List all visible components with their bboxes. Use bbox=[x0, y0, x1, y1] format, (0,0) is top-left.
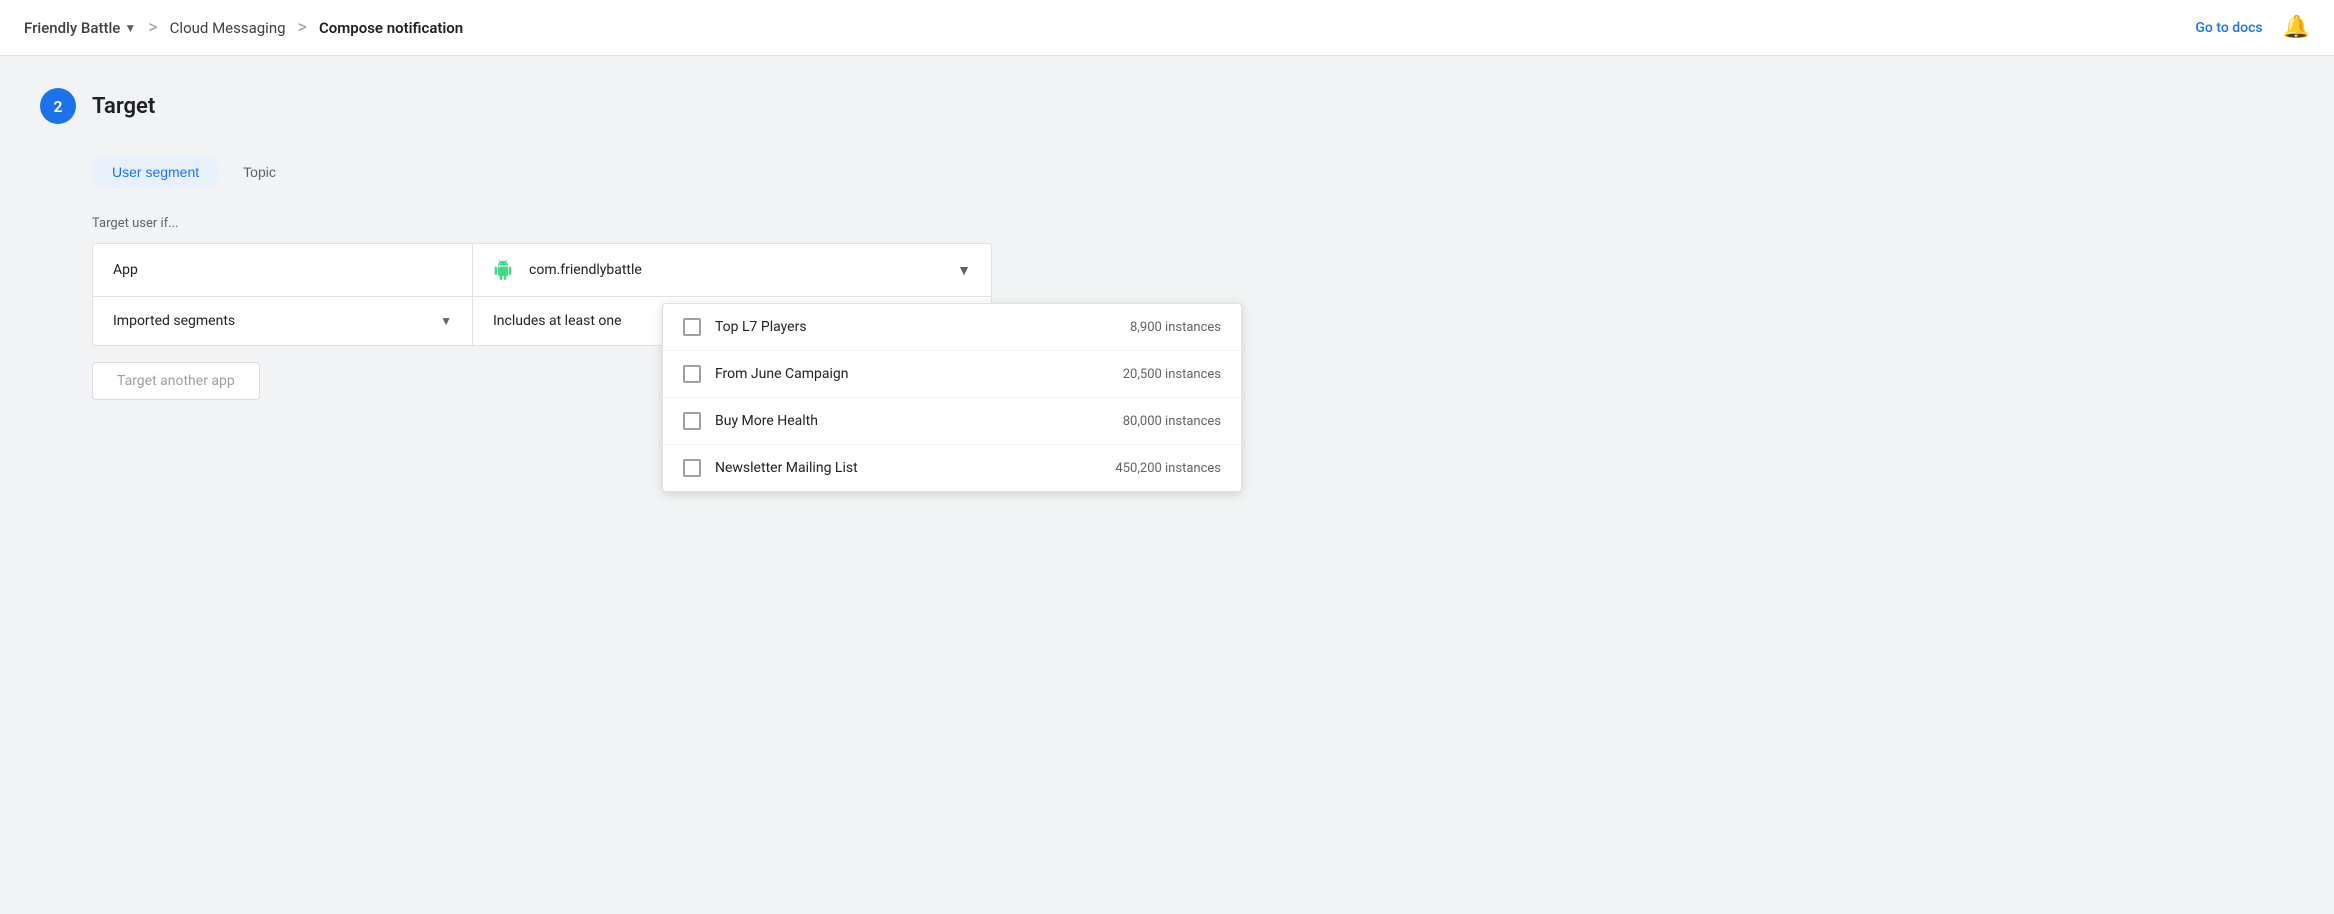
dropdown-item-count-1: 20,500 instances bbox=[1123, 367, 1221, 382]
dropdown-item-count-3: 450,200 instances bbox=[1115, 461, 1221, 476]
segments-dropdown-arrow-icon: ▼ bbox=[440, 314, 452, 328]
target-user-label: Target user if... bbox=[92, 216, 1360, 231]
dropdown-item-3[interactable]: Newsletter Mailing List 450,200 instance… bbox=[663, 445, 1241, 491]
dropdown-item-count-2: 80,000 instances bbox=[1123, 414, 1221, 429]
app-row-label: App bbox=[93, 244, 473, 296]
app-row-value[interactable]: com.friendlybattle ▼ bbox=[473, 244, 991, 296]
app-id-value: com.friendlybattle bbox=[529, 262, 642, 278]
dropdown-item-count-0: 8,900 instances bbox=[1130, 320, 1221, 335]
step-header: 2 Target bbox=[40, 88, 1360, 124]
topbar-left: Friendly Battle ▼ > Cloud Messaging > Co… bbox=[24, 17, 463, 38]
app-criteria-row: App com.friendlybattle ▼ bbox=[93, 244, 991, 297]
app-dropdown-arrow-icon[interactable]: ▼ bbox=[957, 262, 971, 279]
topbar: Friendly Battle ▼ > Cloud Messaging > Co… bbox=[0, 0, 2334, 56]
app-chevron-icon: ▼ bbox=[124, 21, 136, 35]
segments-dropdown-panel: Top L7 Players 8,900 instances From June… bbox=[662, 303, 1242, 492]
dropdown-item-label-1: From June Campaign bbox=[715, 366, 1123, 382]
target-tab-group: User segment Topic bbox=[92, 156, 1360, 188]
step-title: Target bbox=[92, 94, 155, 119]
dropdown-item-label-0: Top L7 Players bbox=[715, 319, 1130, 335]
topbar-right: Go to docs 🔔 bbox=[2195, 15, 2310, 40]
target-section: Target user if... App com.friendlybattle bbox=[92, 216, 1360, 400]
android-icon bbox=[493, 260, 513, 280]
go-to-docs-link[interactable]: Go to docs bbox=[2195, 20, 2262, 36]
breadcrumb-section: Cloud Messaging bbox=[170, 19, 286, 37]
dropdown-checkbox-0[interactable] bbox=[683, 318, 701, 336]
dropdown-item-label-3: Newsletter Mailing List bbox=[715, 460, 1115, 476]
breadcrumb-separator-1: > bbox=[148, 17, 157, 38]
notification-bell-icon[interactable]: 🔔 bbox=[2283, 15, 2310, 40]
dropdown-item-2[interactable]: Buy More Health 80,000 instances bbox=[663, 398, 1241, 445]
tab-topic[interactable]: Topic bbox=[223, 156, 296, 188]
target-another-app-button[interactable]: Target another app bbox=[92, 362, 260, 400]
segments-label-container[interactable]: Imported segments ▼ bbox=[113, 313, 452, 329]
dropdown-item-1[interactable]: From June Campaign 20,500 instances bbox=[663, 351, 1241, 398]
breadcrumb-separator-2: > bbox=[298, 17, 307, 38]
segments-row-label: Imported segments ▼ bbox=[93, 297, 473, 345]
dropdown-item-0[interactable]: Top L7 Players 8,900 instances bbox=[663, 304, 1241, 351]
step-number-badge: 2 bbox=[40, 88, 76, 124]
dropdown-checkbox-3[interactable] bbox=[683, 459, 701, 477]
app-name-button[interactable]: Friendly Battle ▼ bbox=[24, 19, 136, 37]
dropdown-item-label-2: Buy More Health bbox=[715, 413, 1123, 429]
breadcrumb-current: Compose notification bbox=[319, 19, 463, 37]
main-content: 2 Target User segment Topic Target user … bbox=[0, 56, 1400, 432]
dropdown-checkbox-1[interactable] bbox=[683, 365, 701, 383]
tab-user-segment[interactable]: User segment bbox=[92, 156, 219, 188]
app-name-label: Friendly Battle bbox=[24, 19, 120, 37]
criteria-table-wrapper: App com.friendlybattle ▼ bbox=[92, 243, 1360, 346]
dropdown-checkbox-2[interactable] bbox=[683, 412, 701, 430]
